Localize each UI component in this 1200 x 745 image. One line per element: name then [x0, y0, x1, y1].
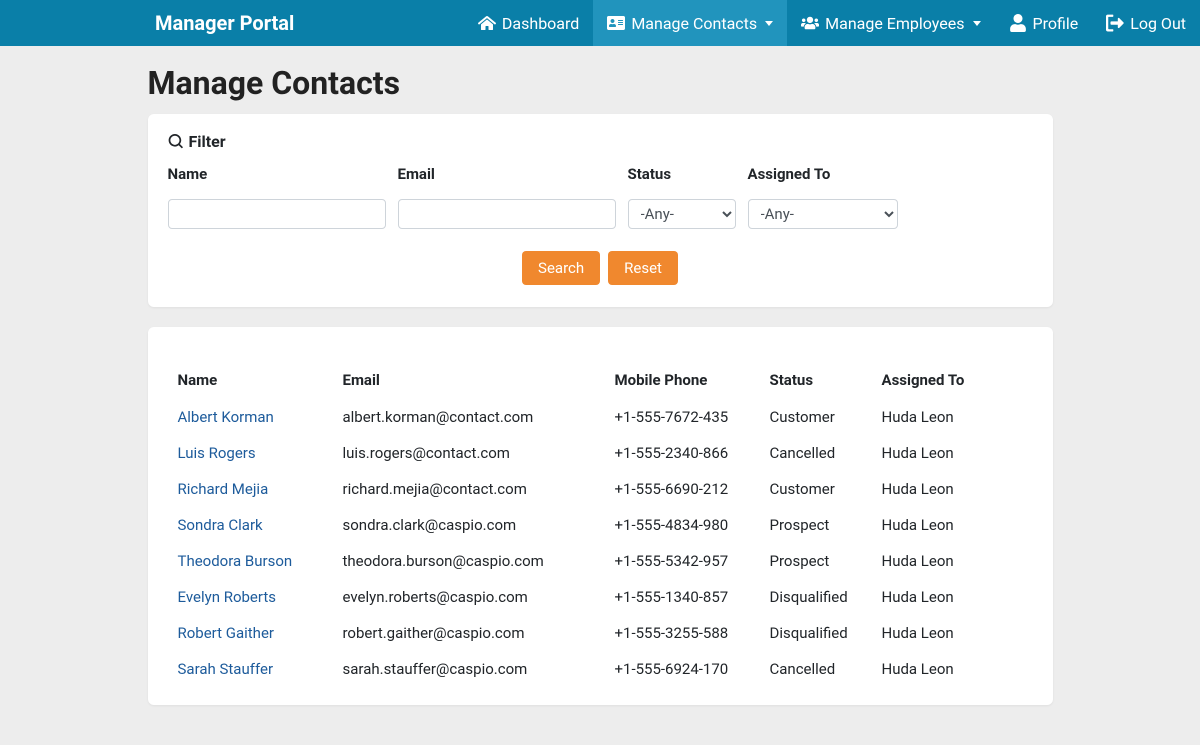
- filter-email-label: Email: [398, 165, 616, 183]
- nav-manage-employees-label: Manage Employees: [825, 14, 964, 33]
- nav-logout[interactable]: Log Out: [1092, 0, 1200, 46]
- contacts-table: Name Email Mobile Phone Status Assigned …: [172, 363, 1029, 687]
- contact-status: Cancelled: [764, 651, 876, 687]
- contact-name-link[interactable]: Sarah Stauffer: [172, 651, 337, 687]
- filter-assigned-select[interactable]: -Any-: [748, 199, 898, 229]
- contact-assigned: Huda Leon: [876, 651, 1029, 687]
- nav-manage-contacts[interactable]: Manage Contacts: [593, 0, 787, 46]
- table-row: Sondra Clarksondra.clark@caspio.com+1-55…: [172, 507, 1029, 543]
- contact-name-link[interactable]: Evelyn Roberts: [172, 579, 337, 615]
- contact-phone: +1-555-3255-588: [609, 615, 764, 651]
- filter-name-label: Name: [168, 165, 386, 183]
- contact-assigned: Huda Leon: [876, 507, 1029, 543]
- contact-email: theodora.burson@caspio.com: [337, 543, 609, 579]
- contact-phone: +1-555-6690-212: [609, 471, 764, 507]
- contact-status: Cancelled: [764, 435, 876, 471]
- nav-manage-contacts-label: Manage Contacts: [631, 14, 757, 33]
- table-row: Robert Gaitherrobert.gaither@caspio.com+…: [172, 615, 1029, 651]
- filter-card: Filter Name Email Status -Any- Assigned …: [148, 114, 1053, 307]
- contact-phone: +1-555-7672-435: [609, 399, 764, 435]
- contact-name-link[interactable]: Albert Korman: [172, 399, 337, 435]
- contact-status: Customer: [764, 399, 876, 435]
- nav-profile[interactable]: Profile: [995, 0, 1093, 46]
- contact-status: Prospect: [764, 543, 876, 579]
- contact-email: richard.mejia@contact.com: [337, 471, 609, 507]
- table-row: Richard Mejiarichard.mejia@contact.com+1…: [172, 471, 1029, 507]
- nav-profile-label: Profile: [1033, 14, 1079, 33]
- filter-heading-label: Filter: [189, 132, 226, 151]
- page-title: Manage Contacts: [148, 46, 1053, 114]
- nav-manage-employees[interactable]: Manage Employees: [787, 0, 994, 46]
- top-navbar: Manager Portal Dashboard Manage Contacts…: [0, 0, 1200, 46]
- contact-email: robert.gaither@caspio.com: [337, 615, 609, 651]
- contact-name-link[interactable]: Robert Gaither: [172, 615, 337, 651]
- contact-phone: +1-555-1340-857: [609, 579, 764, 615]
- reset-button[interactable]: Reset: [608, 251, 678, 285]
- contact-email: evelyn.roberts@caspio.com: [337, 579, 609, 615]
- contact-phone: +1-555-5342-957: [609, 543, 764, 579]
- contact-assigned: Huda Leon: [876, 399, 1029, 435]
- contact-status: Disqualified: [764, 615, 876, 651]
- address-card-icon: [607, 14, 625, 32]
- filter-heading: Filter: [168, 132, 1033, 151]
- user-icon: [1009, 14, 1027, 32]
- table-row: Theodora Bursontheodora.burson@caspio.co…: [172, 543, 1029, 579]
- th-phone: Mobile Phone: [609, 363, 764, 399]
- nav-dashboard[interactable]: Dashboard: [464, 0, 593, 46]
- search-button[interactable]: Search: [522, 251, 600, 285]
- contact-assigned: Huda Leon: [876, 615, 1029, 651]
- contact-phone: +1-555-4834-980: [609, 507, 764, 543]
- nav-dashboard-label: Dashboard: [502, 14, 579, 33]
- contact-name-link[interactable]: Theodora Burson: [172, 543, 337, 579]
- chevron-down-icon: [765, 21, 773, 26]
- filter-status-select[interactable]: -Any-: [628, 199, 736, 229]
- users-icon: [801, 14, 819, 32]
- contact-name-link[interactable]: Sondra Clark: [172, 507, 337, 543]
- chevron-down-icon: [973, 21, 981, 26]
- contact-assigned: Huda Leon: [876, 435, 1029, 471]
- contact-email: luis.rogers@contact.com: [337, 435, 609, 471]
- filter-status-label: Status: [628, 165, 736, 183]
- contacts-table-card: Name Email Mobile Phone Status Assigned …: [148, 327, 1053, 705]
- th-email: Email: [337, 363, 609, 399]
- contact-assigned: Huda Leon: [876, 543, 1029, 579]
- contact-status: Disqualified: [764, 579, 876, 615]
- th-name: Name: [172, 363, 337, 399]
- contact-assigned: Huda Leon: [876, 471, 1029, 507]
- nav-logout-label: Log Out: [1130, 14, 1186, 33]
- filter-assigned-label: Assigned To: [748, 165, 898, 183]
- logout-icon: [1106, 14, 1124, 32]
- table-row: Evelyn Robertsevelyn.roberts@caspio.com+…: [172, 579, 1029, 615]
- table-row: Sarah Stauffersarah.stauffer@caspio.com+…: [172, 651, 1029, 687]
- home-icon: [478, 14, 496, 32]
- filter-name-input[interactable]: [168, 199, 386, 229]
- brand-title: Manager Portal: [155, 11, 294, 35]
- contact-status: Customer: [764, 471, 876, 507]
- contact-phone: +1-555-6924-170: [609, 651, 764, 687]
- search-icon: [168, 134, 183, 149]
- contact-name-link[interactable]: Luis Rogers: [172, 435, 337, 471]
- contact-status: Prospect: [764, 507, 876, 543]
- contact-email: sondra.clark@caspio.com: [337, 507, 609, 543]
- th-status: Status: [764, 363, 876, 399]
- contact-phone: +1-555-2340-866: [609, 435, 764, 471]
- contact-assigned: Huda Leon: [876, 579, 1029, 615]
- filter-email-input[interactable]: [398, 199, 616, 229]
- th-assigned: Assigned To: [876, 363, 1029, 399]
- table-row: Albert Kormanalbert.korman@contact.com+1…: [172, 399, 1029, 435]
- contact-name-link[interactable]: Richard Mejia: [172, 471, 337, 507]
- contact-email: albert.korman@contact.com: [337, 399, 609, 435]
- table-row: Luis Rogersluis.rogers@contact.com+1-555…: [172, 435, 1029, 471]
- contact-email: sarah.stauffer@caspio.com: [337, 651, 609, 687]
